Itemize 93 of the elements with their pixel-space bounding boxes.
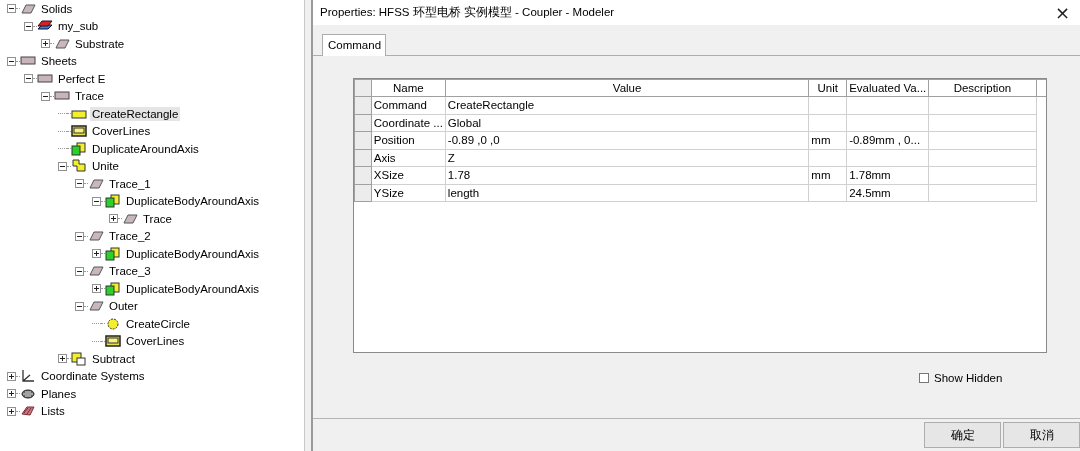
table-cell: CreateRectangle — [445, 96, 809, 114]
expand-toggle[interactable] — [7, 371, 16, 381]
duplicate-squares-icon — [105, 281, 121, 296]
expand-toggle[interactable] — [75, 231, 84, 241]
tree-item[interactable]: Planes — [39, 386, 79, 401]
expand-toggle[interactable] — [24, 21, 33, 31]
tree-item[interactable]: Solids — [39, 1, 75, 16]
tree-item[interactable]: DuplicateBodyAroundAxis — [124, 246, 261, 261]
sheet-icon — [37, 71, 53, 86]
cover-lines-icon — [105, 334, 121, 349]
table-cell: Coordinate ... — [371, 114, 446, 132]
tree-item[interactable]: Trace_3 — [107, 264, 153, 279]
table-cell: Command — [371, 96, 446, 114]
checkbox[interactable] — [919, 373, 929, 383]
expand-toggle[interactable] — [92, 196, 101, 206]
tree-item[interactable]: DuplicateBodyAroundAxis — [124, 281, 261, 296]
tree-item[interactable]: CreateRectangle — [90, 106, 181, 121]
column-header[interactable]: Description — [928, 79, 1037, 97]
table-cell: Position — [371, 131, 446, 149]
close-button[interactable]: × — [1048, 2, 1076, 23]
circle-icon — [105, 316, 121, 331]
table-cell: 1.78 — [445, 166, 809, 184]
tree-item[interactable]: Trace_2 — [107, 229, 153, 244]
table-cell: 24.5mm — [846, 184, 929, 202]
table-cell: -0.89mm , 0... — [846, 131, 929, 149]
expand-toggle[interactable] — [75, 266, 84, 276]
expand-toggle[interactable] — [109, 214, 118, 224]
expand-toggle[interactable] — [7, 4, 16, 14]
column-header[interactable]: Name — [371, 79, 446, 97]
tree-item[interactable]: Subtract — [90, 351, 137, 366]
tree-item[interactable]: Unite — [90, 159, 121, 174]
tree-item[interactable]: Lists — [39, 404, 67, 419]
solid-object-icon — [20, 1, 36, 16]
tree-item[interactable]: Trace — [141, 211, 174, 226]
table-cell: mm — [808, 131, 847, 149]
cover-lines-icon — [71, 124, 87, 139]
subtract-squares-icon — [71, 351, 87, 366]
tree-item[interactable]: CoverLines — [124, 334, 187, 349]
expand-toggle[interactable] — [7, 56, 16, 66]
tree-item[interactable]: Sheets — [39, 54, 79, 69]
tree-item[interactable]: DuplicateBodyAroundAxis — [124, 194, 261, 209]
checkbox-label: Show Hidden — [934, 372, 1003, 384]
expand-toggle[interactable] — [75, 179, 84, 189]
corner-header — [354, 79, 372, 97]
tree-item[interactable]: CreateCircle — [124, 316, 192, 331]
solid-object-icon — [122, 211, 138, 226]
solid-object-icon — [88, 176, 104, 191]
tree-item[interactable]: Coordinate Systems — [39, 369, 147, 384]
table-cell: 1.78mm — [846, 166, 929, 184]
expand-toggle[interactable] — [58, 161, 67, 171]
coordinate-axes-icon — [20, 369, 36, 384]
table-cell: YSize — [371, 184, 446, 202]
lists-icon — [20, 404, 36, 419]
column-header[interactable]: Unit — [808, 79, 847, 97]
expand-toggle[interactable] — [92, 249, 101, 259]
tree-item[interactable]: CoverLines — [90, 124, 153, 139]
expand-toggle[interactable] — [41, 91, 50, 101]
table-cell: mm — [808, 166, 847, 184]
table-cell: Z — [445, 149, 809, 167]
expand-toggle[interactable] — [92, 284, 101, 294]
solid-object-icon — [88, 299, 104, 314]
dialog-button[interactable]: 取消 — [1003, 422, 1080, 448]
table-cell: XSize — [371, 166, 446, 184]
unite-shape-icon — [71, 159, 87, 174]
duplicate-squares-icon — [105, 194, 121, 209]
tree-item[interactable]: Trace — [73, 89, 106, 104]
tree-item[interactable]: DuplicateAroundAxis — [90, 141, 201, 156]
window-title: Properties: HFSS 环型电桥 实例模型 - Coupler - Modeler — [320, 5, 615, 20]
duplicate-squares-icon — [71, 141, 87, 156]
solid-object-icon — [88, 229, 104, 244]
expand-toggle[interactable] — [41, 39, 50, 49]
column-header[interactable]: Value — [445, 79, 809, 97]
dialog-button[interactable]: 确定 — [924, 422, 1001, 448]
table-cell: length — [445, 184, 809, 202]
tab[interactable]: Command — [322, 34, 387, 56]
solid-object-icon — [54, 36, 70, 51]
tree-item[interactable]: Substrate — [73, 36, 127, 51]
table-cell: -0.89 ,0 ,0 — [445, 131, 809, 149]
expand-toggle[interactable] — [24, 74, 33, 84]
column-header[interactable]: Evaluated Va... — [846, 79, 929, 97]
tree-item[interactable]: my_sub — [56, 19, 101, 34]
tree-item[interactable]: Perfect E — [56, 71, 108, 86]
expand-toggle[interactable] — [7, 406, 16, 416]
tree-item[interactable]: Outer — [107, 299, 140, 314]
table-cell: Axis — [371, 149, 446, 167]
expand-toggle[interactable] — [7, 389, 16, 399]
tree-item[interactable]: Trace_1 — [107, 176, 153, 191]
solid-object-icon — [88, 264, 104, 279]
duplicate-squares-icon — [105, 246, 121, 261]
expand-toggle[interactable] — [75, 301, 84, 311]
expand-toggle[interactable] — [58, 354, 67, 364]
planes-icon — [20, 386, 36, 401]
table-cell: Global — [445, 114, 809, 132]
